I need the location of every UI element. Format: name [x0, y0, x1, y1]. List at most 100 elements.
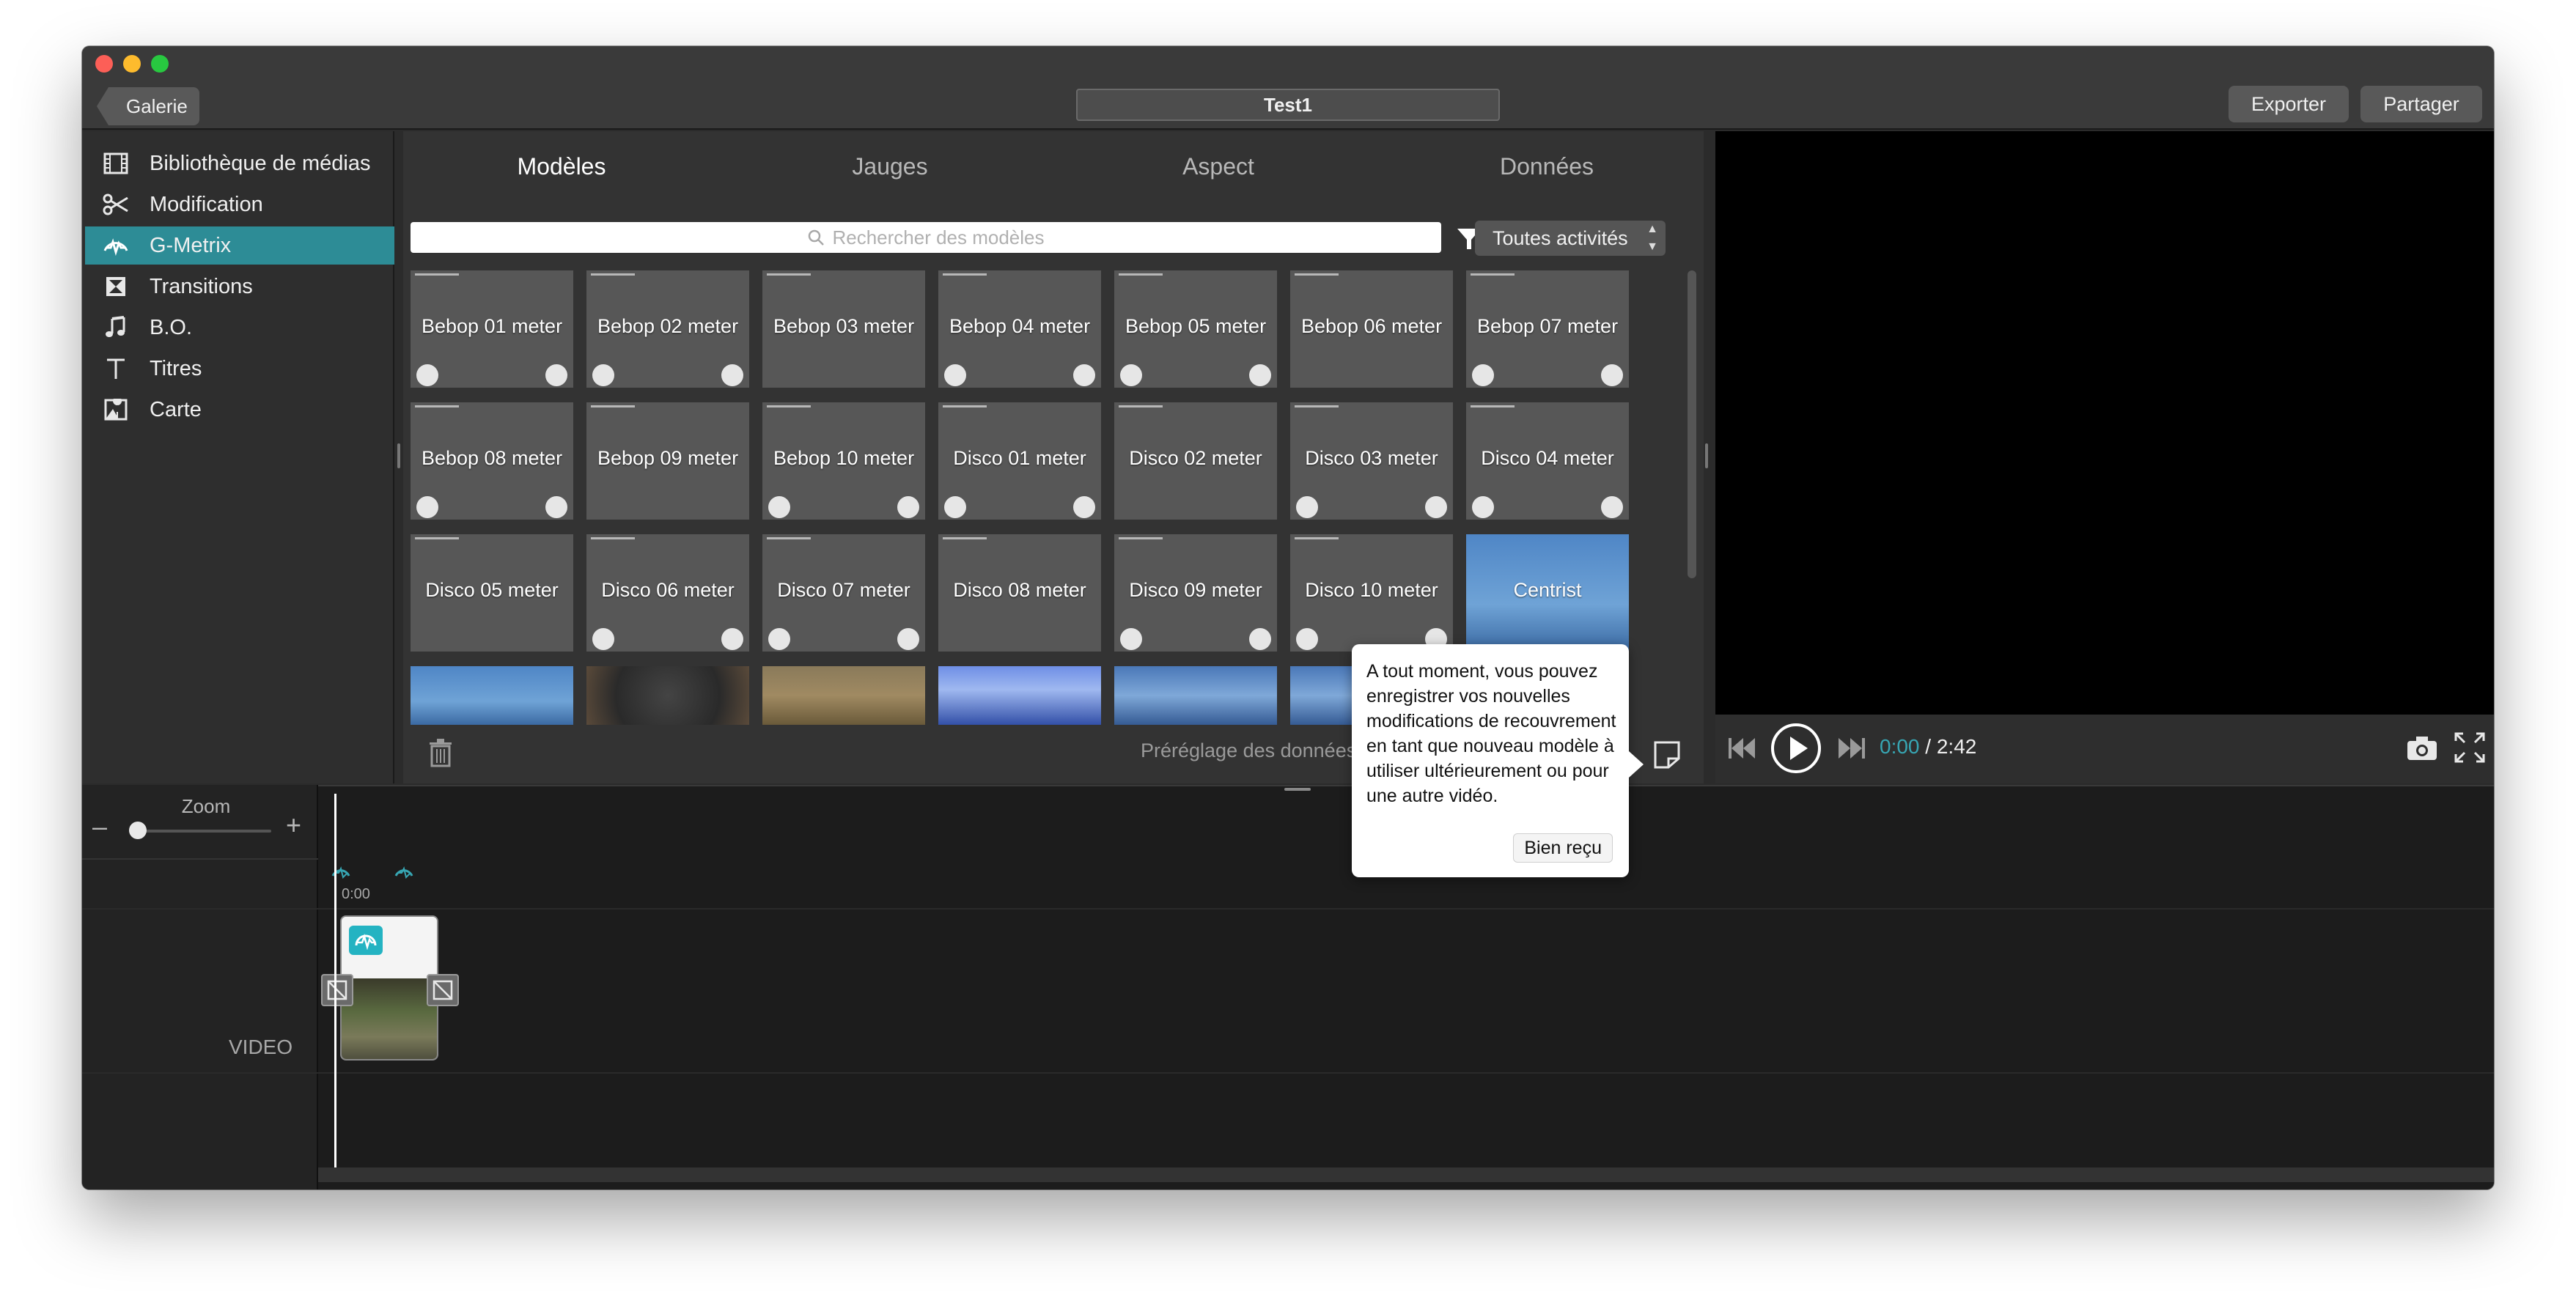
template-tile-label: Bebop 02 meter [597, 314, 739, 337]
template-tile[interactable]: Bebop 01 meter [411, 270, 573, 388]
template-tile-label: Disco 06 meter [601, 578, 735, 601]
playback-time: 0:00 / 2:42 [1880, 735, 1976, 759]
template-tile[interactable]: Disco 03 meter [1290, 402, 1453, 520]
template-tile[interactable] [1114, 666, 1277, 725]
zoom-out-button[interactable]: – [92, 811, 107, 842]
zoom-slider[interactable] [129, 830, 271, 833]
tab-donnees[interactable]: Données [1432, 131, 1661, 197]
timeline-top-border [82, 785, 2494, 786]
template-tile[interactable]: Disco 04 meter [1466, 402, 1629, 520]
share-button[interactable]: Partager [2360, 86, 2482, 122]
camera-icon[interactable] [2406, 735, 2438, 761]
template-tile-label: Bebop 04 meter [949, 314, 1091, 337]
sidebar-item-soundtrack[interactable]: B.O. [85, 309, 394, 347]
fullscreen-icon[interactable] [2453, 731, 2487, 764]
template-tile[interactable] [938, 666, 1101, 725]
template-tile[interactable]: Bebop 02 meter [586, 270, 749, 388]
search-input[interactable]: Rechercher des modèles [411, 222, 1441, 253]
template-tile[interactable]: Disco 02 meter [1114, 402, 1277, 520]
gallery-back-button[interactable]: Galerie [97, 87, 199, 125]
sidebar-item-modification[interactable]: Modification [85, 185, 394, 224]
video-preview [1715, 131, 2494, 715]
data-preset-label[interactable]: Préréglage des données [1141, 739, 1356, 762]
template-tile[interactable]: Centrist [1466, 534, 1629, 652]
template-tile[interactable]: Bebop 09 meter [586, 402, 749, 520]
template-tile[interactable]: Disco 06 meter [586, 534, 749, 652]
sidebar-resize-handle[interactable] [397, 443, 400, 468]
tab-modeles[interactable]: Modèles [447, 131, 676, 197]
app-window: Galerie Test1 Exporter Partager Biblioth… [82, 46, 2494, 1189]
template-tile[interactable]: Bebop 03 meter [762, 270, 925, 388]
sidebar-item-label: Titres [150, 356, 202, 380]
play-icon[interactable] [1770, 722, 1822, 775]
tooltip-ok-button[interactable]: Bien reçu [1513, 833, 1613, 863]
template-tile[interactable]: Disco 07 meter [762, 534, 925, 652]
gmetrix-marker-icon[interactable] [393, 861, 415, 882]
sidebar-item-map[interactable]: Carte [85, 391, 394, 429]
video-clip[interactable] [340, 915, 438, 1060]
timeline-track-headers [82, 785, 318, 1189]
skip-back-icon[interactable] [1726, 734, 1758, 763]
timeline-horizontal-scrollbar[interactable] [318, 1167, 2494, 1182]
template-tile[interactable]: Disco 05 meter [411, 534, 573, 652]
track-divider [82, 858, 318, 860]
track-divider [82, 908, 2494, 910]
export-button[interactable]: Exporter [2229, 86, 2349, 122]
template-tile[interactable] [586, 666, 749, 725]
sidebar-item-media-library[interactable]: Bibliothèque de médias [85, 144, 394, 182]
gmetrix-marker-icon[interactable] [330, 861, 352, 882]
template-tile[interactable]: Bebop 04 meter [938, 270, 1101, 388]
sidebar-item-label: Modification [150, 192, 263, 216]
template-tile[interactable]: Bebop 10 meter [762, 402, 925, 520]
template-tile-label: Bebop 07 meter [1476, 314, 1619, 337]
close-window-button[interactable] [95, 55, 113, 73]
playhead[interactable] [334, 794, 336, 1167]
minimize-window-button[interactable] [123, 55, 141, 73]
activity-filter-select[interactable]: Toutes activités ▲ ▼ [1475, 221, 1666, 256]
sidebar-item-transitions[interactable]: Transitions [85, 268, 394, 306]
template-tile[interactable]: Bebop 06 meter [1290, 270, 1453, 388]
player-controls [1715, 715, 2494, 783]
template-grid-scrollbar[interactable] [1688, 270, 1696, 578]
template-tile-label: Bebop 09 meter [597, 446, 739, 469]
clip-thumbnail [342, 978, 437, 1059]
sidebar-item-gmetrix[interactable]: G-Metrix [85, 226, 394, 265]
zoom-label: Zoom [181, 795, 231, 817]
search-icon [809, 229, 825, 246]
duration: 2:42 [1936, 735, 1977, 758]
tab-aspect[interactable]: Aspect [1104, 131, 1333, 197]
template-tile-label: Disco 04 meter [1481, 446, 1614, 469]
zoom-slider-knob[interactable] [129, 822, 147, 839]
panel-resize-handle[interactable] [1705, 443, 1708, 468]
template-tile[interactable]: Disco 09 meter [1114, 534, 1277, 652]
template-tile-label: Disco 03 meter [1305, 446, 1438, 469]
project-title-field[interactable]: Test1 [1076, 89, 1500, 121]
transition-icon [433, 980, 453, 1000]
template-tile[interactable]: Disco 10 meter [1290, 534, 1453, 652]
transition-out-handle[interactable] [427, 974, 459, 1006]
zoom-in-button[interactable]: + [286, 810, 301, 841]
template-tile[interactable]: Bebop 07 meter [1466, 270, 1629, 388]
transition-in-handle[interactable] [321, 974, 353, 1006]
sidebar-item-label: Carte [150, 397, 202, 421]
template-tile[interactable] [411, 666, 573, 725]
template-tile-label: Bebop 05 meter [1125, 314, 1267, 337]
sidebar-item-titles[interactable]: Titres [85, 350, 394, 388]
template-tile[interactable]: Disco 08 meter [938, 534, 1101, 652]
trash-icon[interactable] [428, 738, 453, 767]
gmetrix-overlay-badge[interactable] [349, 926, 383, 955]
ruler-time-label: 0:00 [342, 886, 370, 902]
skip-forward-icon[interactable] [1836, 734, 1868, 763]
tab-jauges[interactable]: Jauges [776, 131, 1004, 197]
timeline-resize-handle[interactable] [1284, 788, 1311, 791]
maximize-window-button[interactable] [151, 55, 169, 73]
template-tile[interactable]: Bebop 05 meter [1114, 270, 1277, 388]
text-t-icon [101, 354, 130, 383]
template-tile[interactable] [762, 666, 925, 725]
sidebar-item-label: Bibliothèque de médias [150, 151, 371, 175]
template-tile-label: Disco 08 meter [953, 578, 1086, 601]
template-tile-label: Disco 05 meter [425, 578, 559, 601]
template-tile[interactable]: Bebop 08 meter [411, 402, 573, 520]
template-tile[interactable]: Disco 01 meter [938, 402, 1101, 520]
save-as-template-icon[interactable] [1651, 738, 1683, 770]
